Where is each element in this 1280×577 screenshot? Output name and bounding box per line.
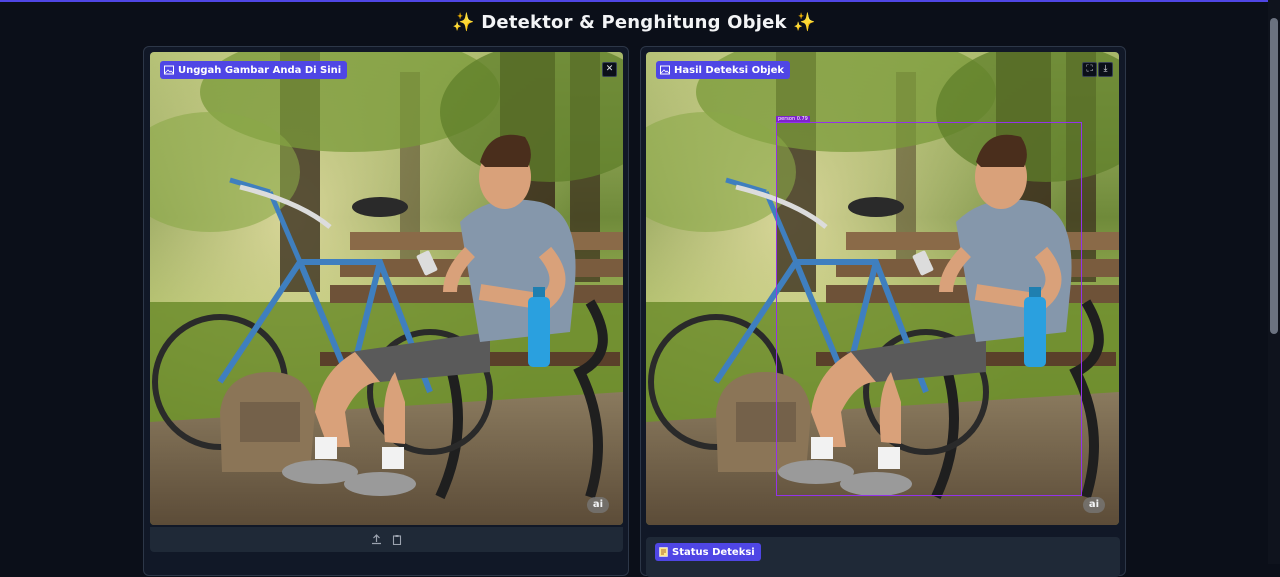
document-icon <box>659 547 668 557</box>
clipboard-icon[interactable] <box>392 534 403 545</box>
sparkle-icon: ✨ <box>452 12 475 33</box>
page-scrollbar[interactable] <box>1268 0 1280 564</box>
detection-score: 0.79 <box>796 116 808 122</box>
detection-class: person <box>778 116 796 122</box>
upload-icon[interactable] <box>371 534 382 545</box>
detection-box: person 0.79 <box>776 116 1082 496</box>
ai-watermark: ai <box>587 497 609 513</box>
output-image-box: person 0.79 Hasil Deteksi Objek ⛶ ⤓ ai <box>646 52 1119 525</box>
page-title-text: Detektor & Penghitung Objek <box>481 12 787 33</box>
image-icon <box>660 65 670 75</box>
input-panel: Unggah Gambar Anda Di Sini ✕ ai <box>143 46 629 576</box>
status-label: Status Deteksi <box>655 543 761 561</box>
input-image-dropzone[interactable]: Unggah Gambar Anda Di Sini ✕ ai <box>150 52 623 525</box>
scrollbar-thumb[interactable] <box>1270 18 1278 334</box>
page-title: ✨ Detektor & Penghitung Objek ✨ <box>0 12 1268 33</box>
close-icon[interactable]: ✕ <box>602 62 617 77</box>
output-panel: person 0.79 Hasil Deteksi Objek ⛶ ⤓ ai S… <box>640 46 1126 577</box>
status-label-text: Status Deteksi <box>672 546 755 558</box>
image-icon <box>164 65 174 75</box>
input-label: Unggah Gambar Anda Di Sini <box>160 61 348 79</box>
top-accent-line <box>0 0 1280 2</box>
status-box: Status Deteksi <box>646 537 1120 577</box>
upload-toolbar <box>150 527 623 552</box>
fullscreen-icon[interactable]: ⛶ <box>1082 62 1097 77</box>
output-label-text: Hasil Deteksi Objek <box>674 64 785 76</box>
input-label-text: Unggah Gambar Anda Di Sini <box>178 64 342 76</box>
sparkle-icon: ✨ <box>793 12 816 33</box>
download-icon[interactable]: ⤓ <box>1098 62 1113 77</box>
ai-watermark: ai <box>1083 497 1105 513</box>
output-label: Hasil Deteksi Objek <box>656 61 791 79</box>
input-image <box>150 52 623 525</box>
detection-tag: person 0.79 <box>776 116 810 122</box>
